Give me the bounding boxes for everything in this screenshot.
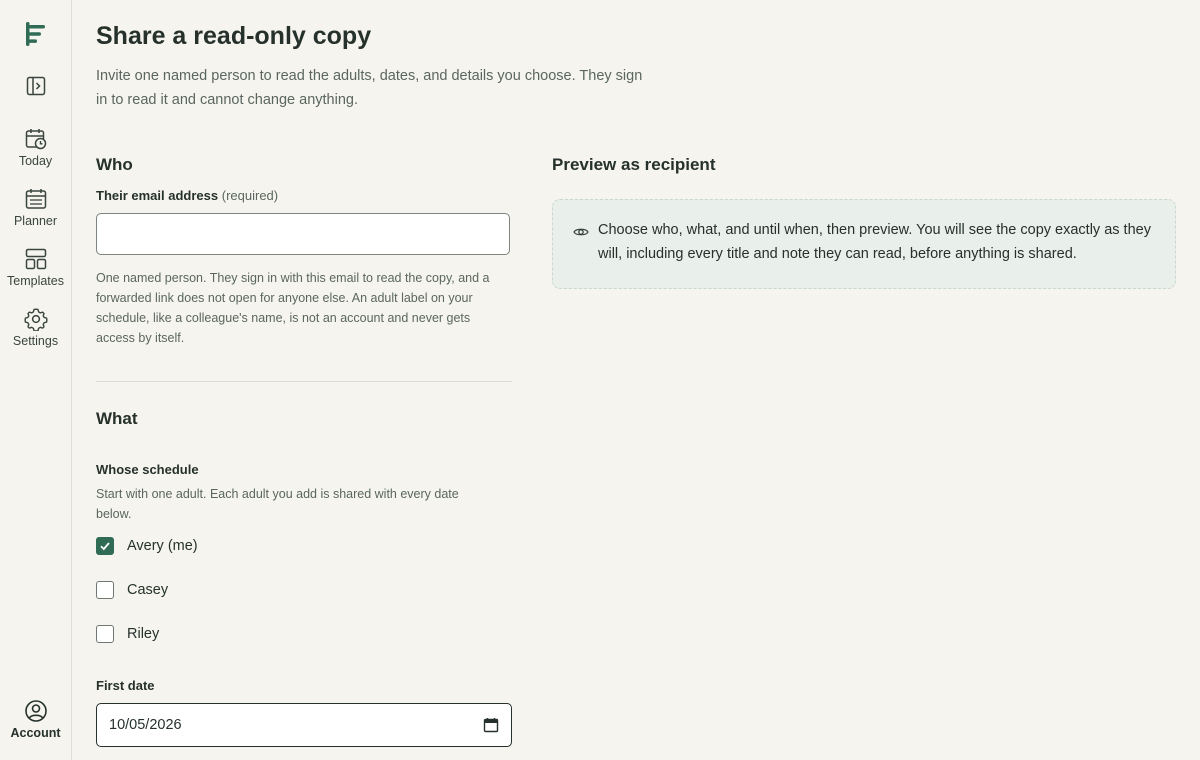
who-heading: Who [96, 155, 133, 174]
whose-schedule-label: Whose schedule [96, 462, 199, 477]
calendar-clock-icon [25, 129, 46, 150]
nav-item-label: Today [18, 154, 53, 168]
nav-item-label: Templates [7, 274, 64, 288]
nav-item-label: Account [10, 726, 61, 740]
email-label: Their email address (required) [96, 188, 278, 203]
sidebar-toggle-icon[interactable] [25, 75, 47, 97]
gear-icon [23, 308, 48, 331]
email-help-text: One named person. They sign in with this… [96, 271, 490, 345]
adult-checkbox-avery[interactable]: Avery (me) [96, 535, 198, 557]
checkbox-checked[interactable] [96, 537, 114, 555]
calendar-grid-icon [25, 189, 46, 209]
what-heading: What [96, 409, 138, 428]
preview-heading: Preview as recipient [552, 155, 716, 174]
checkbox-label: Avery (me) [127, 538, 198, 554]
layout-icon [25, 248, 46, 270]
checkbox-label: Riley [127, 626, 160, 642]
required-indicator: (required) [221, 188, 279, 203]
preview-message: Choose who, what, and until when, then p… [598, 222, 1151, 262]
email-label-text: Their email address [96, 188, 219, 203]
checkmark-icon [100, 542, 110, 551]
nav-item-label: Settings [12, 334, 59, 348]
user-circle-icon [24, 700, 47, 722]
nav-item-today[interactable]: Today [0, 127, 71, 168]
email-field[interactable] [96, 213, 510, 255]
eye-icon [573, 228, 589, 236]
nav-item-templates[interactable]: Templates [0, 247, 71, 288]
page-title: Share a read-only copy [96, 22, 372, 50]
calendar-picker-icon[interactable] [483, 717, 499, 733]
section-divider [96, 381, 512, 382]
navigation-rail: Today Planner Templates Settings Account [0, 0, 72, 760]
first-date-label: First date [96, 678, 155, 693]
nav-item-account[interactable]: Account [0, 699, 71, 740]
checkbox-unchecked[interactable] [96, 625, 114, 643]
whose-schedule-help: Start with one adult. Each adult you add… [96, 487, 459, 521]
adult-checkbox-casey[interactable]: Casey [96, 579, 168, 601]
first-date-value: 10/05/2026 [109, 717, 182, 733]
adult-checkbox-riley[interactable]: Riley [96, 623, 159, 645]
page-intro: Invite one named person to read the adul… [96, 68, 643, 108]
checkbox-label: Casey [127, 582, 169, 598]
checkbox-unchecked[interactable] [96, 581, 114, 599]
first-date-field[interactable]: 10/05/2026 [96, 703, 512, 747]
nav-item-label: Planner [13, 214, 58, 228]
nav-item-settings[interactable]: Settings [0, 307, 71, 348]
app-logo-icon[interactable] [22, 20, 50, 48]
nav-item-planner[interactable]: Planner [0, 187, 71, 228]
preview-panel: Choose who, what, and until when, then p… [552, 199, 1176, 289]
